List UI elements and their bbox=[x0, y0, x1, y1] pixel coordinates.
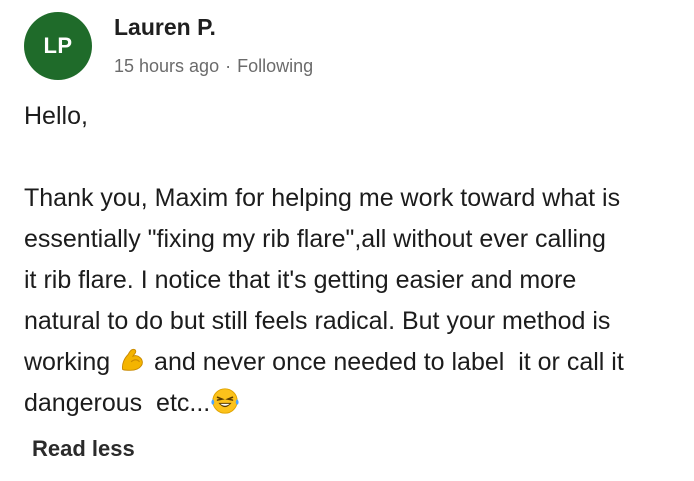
avatar[interactable]: LP bbox=[24, 12, 92, 80]
post-line-text: dangerous etc... bbox=[24, 389, 211, 417]
laughing-crying-face-icon bbox=[211, 388, 239, 414]
post-meta: 15 hours ago · Following bbox=[114, 56, 313, 77]
greeting: Hello, bbox=[24, 102, 88, 130]
author-name[interactable]: Lauren P. bbox=[114, 14, 216, 41]
post-line: essentially "fixing my rib flare",all wi… bbox=[24, 225, 606, 253]
post-line-text: and never once needed to label it or cal… bbox=[147, 348, 624, 376]
post-card: LP Lauren P. 15 hours ago · Following Hell… bbox=[0, 0, 694, 481]
post-body: Hello, Thank you, Maxim for helping me w… bbox=[24, 96, 664, 465]
flexed-biceps-icon bbox=[122, 348, 143, 371]
post-line: working and never once needed to label i… bbox=[24, 342, 664, 383]
follow-status[interactable]: Following bbox=[237, 56, 313, 76]
post-paragraph: Thank you, Maxim for helping me work tow… bbox=[24, 178, 664, 424]
post-line: it rib flare. I notice that it's getting… bbox=[24, 266, 577, 294]
read-less-button[interactable]: Read less bbox=[32, 436, 135, 462]
meta-separator: · bbox=[225, 56, 232, 76]
timestamp: 15 hours ago bbox=[114, 56, 220, 76]
post-line: dangerous etc... bbox=[24, 383, 664, 424]
avatar-initials: LP bbox=[43, 33, 73, 58]
post-line: Thank you, Maxim for helping me work tow… bbox=[24, 184, 621, 212]
post-line: natural to do but still feels radical. B… bbox=[24, 307, 611, 335]
post-header: LP Lauren P. 15 hours ago · Following bbox=[24, 12, 664, 82]
post-line-text: working bbox=[24, 348, 118, 376]
